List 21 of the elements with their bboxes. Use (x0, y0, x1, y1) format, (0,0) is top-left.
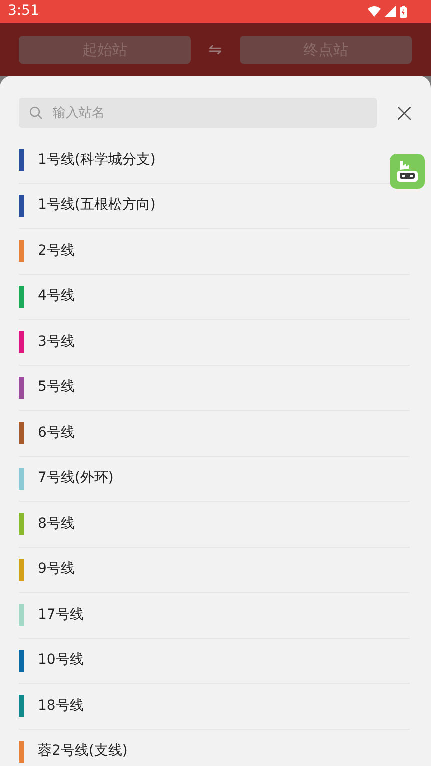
line-name[interactable]: 9号线 (38, 559, 75, 580)
line-name[interactable]: 1号线(科学城分支) (38, 150, 156, 171)
line-name[interactable]: 6号线 (38, 422, 75, 444)
signal-icon (385, 6, 396, 17)
line-name[interactable]: 蓉2号线(支线) (38, 741, 128, 762)
line-name[interactable]: 10号线 (38, 650, 84, 672)
line-name[interactable]: 5号线 (38, 377, 75, 398)
line-name[interactable]: 17号线 (38, 604, 84, 626)
line-name[interactable]: 1号线(五根松方向) (38, 195, 156, 216)
line-name[interactable]: 2号线 (38, 240, 75, 262)
battery-icon (400, 6, 407, 18)
close-icon[interactable] (398, 106, 411, 120)
line-name[interactable]: 3号线 (38, 332, 75, 353)
line-name[interactable]: 4号线 (38, 286, 75, 308)
wifi-icon (368, 6, 381, 17)
search-field[interactable]: 输入站名 (19, 98, 377, 128)
line-name[interactable]: 8号线 (38, 514, 75, 535)
status-time: 3:51 (8, 2, 40, 21)
line-name[interactable]: 18号线 (38, 696, 84, 717)
robot-app-icon[interactable] (390, 154, 425, 189)
line-name[interactable]: 7号线(外环) (38, 468, 114, 490)
